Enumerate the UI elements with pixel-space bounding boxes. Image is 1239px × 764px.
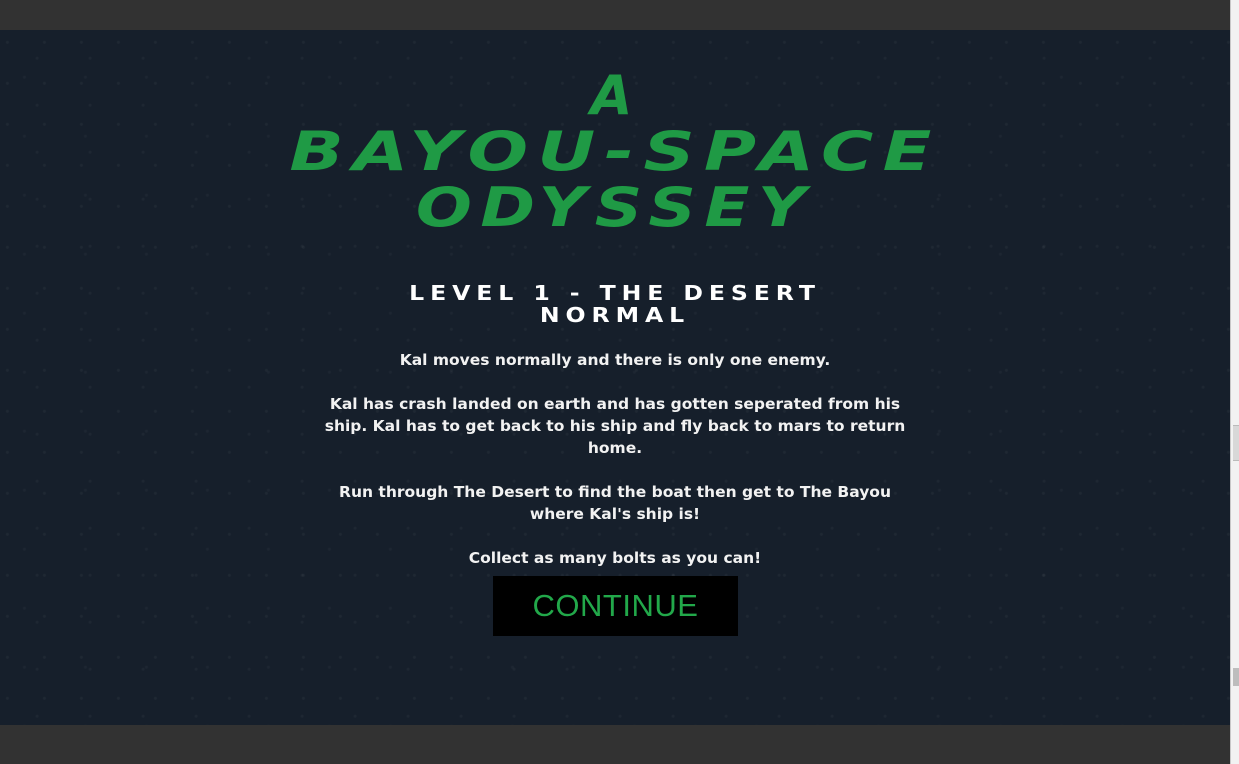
game-title: A Bayou-Space Odyssey — [0, 68, 1230, 236]
scrollbar-marker — [1233, 668, 1239, 686]
description-objective: Run through The Desert to find the boat … — [339, 483, 891, 523]
scrollbar-thumb[interactable] — [1233, 425, 1239, 461]
bottom-letterbox-bar — [0, 725, 1230, 764]
title-line-1: A — [590, 64, 640, 127]
level-heading: Level 1 - The Desert — [409, 281, 821, 305]
difficulty-label: Normal — [539, 303, 691, 327]
description-bolts-hint: Collect as many bolts as you can! — [468, 549, 762, 567]
continue-button[interactable]: CONTINUE — [493, 576, 738, 636]
scrollbar-track[interactable] — [1230, 0, 1239, 764]
browser-frame: A Bayou-Space Odyssey Level 1 - The Dese… — [0, 0, 1239, 764]
description-enemy-info: Kal moves normally and there is only one… — [399, 351, 831, 369]
level-description: Kal moves normally and there is only one… — [310, 349, 920, 591]
title-line-2: Bayou-Space — [289, 120, 941, 183]
top-letterbox-bar — [0, 0, 1230, 30]
description-story: Kal has crash landed on earth and has go… — [324, 395, 906, 457]
level-info: Level 1 - The Desert Normal — [0, 282, 1230, 326]
title-line-3: Odyssey — [415, 176, 815, 239]
game-screen: A Bayou-Space Odyssey Level 1 - The Dese… — [0, 30, 1230, 725]
